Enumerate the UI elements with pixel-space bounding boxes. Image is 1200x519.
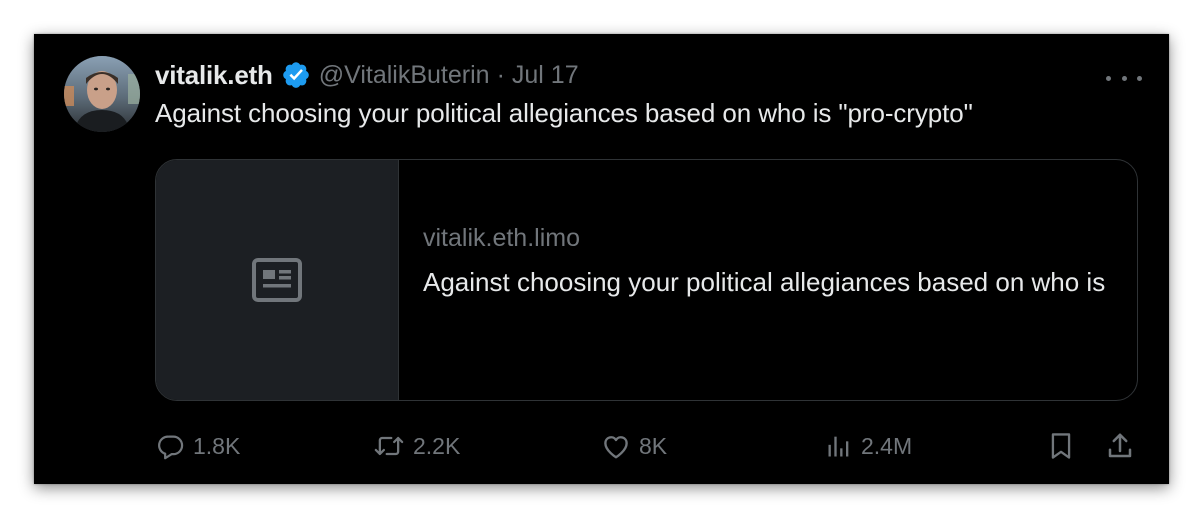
author-display-name[interactable]: vitalik.eth xyxy=(155,60,273,91)
more-dot xyxy=(1106,75,1111,81)
tweet-timestamp[interactable]: Jul 17 xyxy=(512,61,579,90)
reply-count: 1.8K xyxy=(193,432,241,459)
share-button[interactable] xyxy=(1105,422,1143,470)
views-bar-chart-icon xyxy=(828,436,849,457)
heart-icon xyxy=(604,436,628,459)
more-dot xyxy=(1137,75,1142,81)
reply-button[interactable]: 1.8K xyxy=(157,422,240,470)
like-button[interactable]: 8K xyxy=(601,422,667,470)
action-bar: 1.8K 2.2K 8K 2.4M xyxy=(155,422,1141,470)
tweet-card[interactable]: vitalik.eth @VitalikButerin · Jul 17 Aga… xyxy=(34,34,1169,484)
avatar-image xyxy=(64,56,140,132)
share-icon xyxy=(1108,433,1132,458)
bookmark-button[interactable] xyxy=(1047,422,1083,470)
avatar[interactable] xyxy=(64,56,140,132)
repost-icon xyxy=(374,436,404,456)
more-dot xyxy=(1121,75,1127,81)
header-separator: · xyxy=(496,60,505,89)
page: vitalik.eth @VitalikButerin · Jul 17 Aga… xyxy=(0,0,1200,519)
reply-icon xyxy=(158,435,184,460)
like-count: 8K xyxy=(639,432,668,459)
bookmark-icon xyxy=(1051,433,1071,459)
link-thumbnail xyxy=(156,160,399,400)
author-handle[interactable]: @VitalikButerin xyxy=(319,61,490,90)
article-icon xyxy=(252,258,302,302)
link-preview-card[interactable]: vitalik.eth.limo Against choosing your p… xyxy=(155,159,1138,401)
repost-button[interactable]: 2.2K xyxy=(373,422,460,470)
more-horizontal-icon[interactable] xyxy=(1106,70,1142,86)
link-body: vitalik.eth.limo Against choosing your p… xyxy=(423,224,1123,301)
repost-count: 2.2K xyxy=(413,432,461,459)
verified-badge-icon[interactable] xyxy=(281,60,311,90)
view-count: 2.4M xyxy=(861,432,913,459)
views-button[interactable]: 2.4M xyxy=(825,422,912,470)
link-title: Against choosing your political allegian… xyxy=(423,267,1106,297)
link-domain: vitalik.eth.limo xyxy=(423,224,580,252)
tweet-text: Against choosing your political allegian… xyxy=(155,98,973,128)
tweet-header: vitalik.eth @VitalikButerin · Jul 17 xyxy=(155,58,579,92)
